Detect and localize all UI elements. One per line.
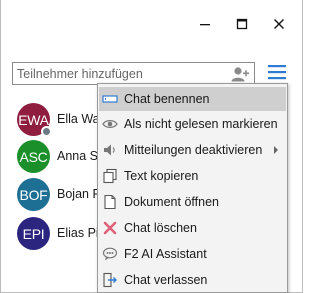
status-indicator xyxy=(41,126,52,137)
participant-item[interactable]: ASC Anna Sc xyxy=(17,140,107,174)
minimize-button[interactable] xyxy=(195,14,215,34)
menu-item-mute-notifications[interactable]: Mitteilungen deaktivieren xyxy=(99,138,286,162)
menu-item-label: Chat verlassen xyxy=(124,273,208,287)
menu-item-label: F2 AI Assistant xyxy=(124,247,207,261)
menu-item-rename-chat[interactable]: Chat benennen xyxy=(99,87,286,111)
menu-item-open-document[interactable]: Dokument öffnen xyxy=(99,190,286,214)
add-participant-field[interactable] xyxy=(12,62,255,85)
hamburger-menu-icon[interactable] xyxy=(266,62,288,82)
menu-item-label: Mitteilungen deaktivieren xyxy=(124,143,263,157)
avatar: BOF xyxy=(17,178,50,211)
close-button[interactable] xyxy=(269,14,289,34)
menu-item-label: Dokument öffnen xyxy=(124,195,219,209)
menu-item-delete-chat[interactable]: Chat löschen xyxy=(99,216,286,240)
ai-assistant-icon xyxy=(102,246,118,262)
minimize-icon xyxy=(200,24,210,26)
title-bar xyxy=(1,0,302,50)
avatar: ASC xyxy=(17,140,50,173)
context-menu: Chat benennen Als nicht gelesen markiere… xyxy=(97,83,288,293)
maximize-icon xyxy=(236,18,248,30)
close-icon xyxy=(274,19,284,29)
copy-icon xyxy=(102,168,118,184)
menu-item-label: Text kopieren xyxy=(124,169,199,183)
add-participant-input[interactable] xyxy=(13,63,228,84)
menu-item-mark-unread[interactable]: Als nicht gelesen markieren xyxy=(99,112,286,136)
submenu-arrow-icon xyxy=(274,146,278,154)
menu-item-label: Chat benennen xyxy=(124,92,210,106)
rename-icon xyxy=(102,91,118,107)
mute-icon xyxy=(102,142,118,158)
avatar: EPI xyxy=(17,217,50,250)
delete-icon xyxy=(102,220,118,236)
participant-item[interactable]: BOF Bojan Fr xyxy=(17,178,107,212)
participant-item[interactable]: EPI Elias Pic xyxy=(17,217,107,251)
leave-icon xyxy=(102,272,118,288)
menu-item-label: Als nicht gelesen markieren xyxy=(124,117,278,131)
menu-item-label: Chat löschen xyxy=(124,221,197,235)
eye-icon xyxy=(102,116,118,132)
menu-item-ai-assistant[interactable]: F2 AI Assistant xyxy=(99,242,286,266)
chat-window: EWA Ella Wag ASC Anna Sc BOF Bojan Fr EP… xyxy=(0,0,303,293)
maximize-button[interactable] xyxy=(232,14,252,34)
participant-item[interactable]: EWA Ella Wag xyxy=(17,103,107,137)
add-user-icon[interactable] xyxy=(231,66,249,82)
document-icon xyxy=(102,194,118,210)
menu-item-leave-chat[interactable]: Chat verlassen xyxy=(99,268,286,292)
menu-item-copy-text[interactable]: Text kopieren xyxy=(99,164,286,188)
